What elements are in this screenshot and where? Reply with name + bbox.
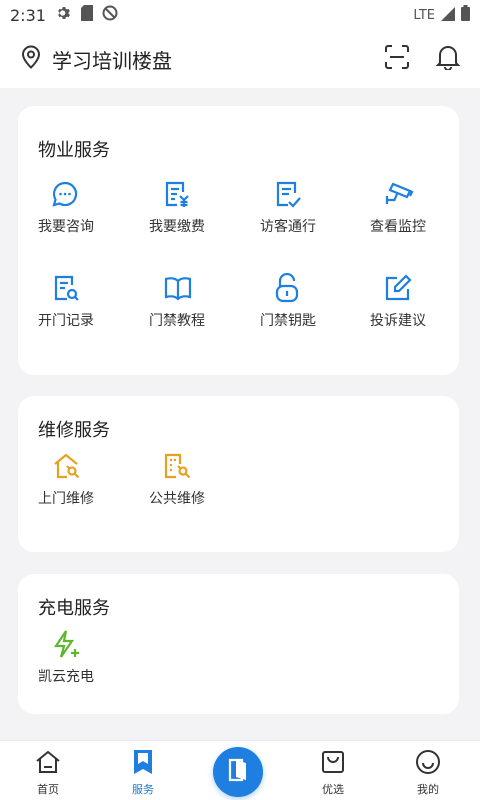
consult-button[interactable]: 我要咨询 bbox=[38, 178, 128, 236]
item-label: 我要缴费 bbox=[149, 219, 205, 235]
item-label: 凯云充电 bbox=[38, 669, 94, 685]
section-title: 物业服务 bbox=[38, 140, 110, 161]
repair-services-card: 维修服务 上门维修 公共维修 bbox=[18, 396, 459, 552]
door-record-button[interactable]: 开门记录 bbox=[38, 272, 128, 330]
tab-label: 我的 bbox=[417, 783, 439, 796]
item-label: 开门记录 bbox=[38, 313, 94, 329]
chat-bubble-icon bbox=[38, 178, 128, 210]
network-type: LTE bbox=[413, 7, 435, 23]
view-cctv-button[interactable]: 查看监控 bbox=[370, 178, 460, 236]
lightning-charge-icon bbox=[38, 628, 128, 660]
item-label: 我要咨询 bbox=[38, 219, 94, 235]
home-repair-button[interactable]: 上门维修 bbox=[38, 450, 128, 508]
shopping-bag-icon bbox=[321, 751, 345, 779]
section-title: 维修服务 bbox=[38, 420, 110, 441]
access-key-button[interactable]: 门禁钥匙 bbox=[260, 272, 350, 330]
status-time: 2:31 bbox=[10, 5, 46, 25]
tab-home[interactable]: 首页 bbox=[8, 749, 88, 797]
door-record-icon bbox=[38, 272, 128, 304]
tab-mine[interactable]: 我的 bbox=[388, 749, 468, 797]
status-bar: 2:31 LTE bbox=[0, 0, 480, 30]
bookmark-icon bbox=[131, 750, 155, 779]
door-icon bbox=[226, 757, 250, 787]
public-repair-button[interactable]: 公共维修 bbox=[149, 450, 239, 508]
tab-label: 优选 bbox=[322, 783, 344, 796]
scan-icon[interactable] bbox=[384, 44, 410, 74]
complaint-button[interactable]: 投诉建议 bbox=[370, 272, 460, 330]
bill-payment-icon bbox=[149, 178, 239, 210]
visitor-pass-button[interactable]: 访客通行 bbox=[260, 178, 350, 236]
charging-services-card: 充电服务 凯云充电 bbox=[18, 574, 459, 714]
unlock-padlock-icon bbox=[260, 272, 350, 304]
item-label: 门禁教程 bbox=[149, 313, 205, 329]
community-name[interactable]: 学习培训楼盘 bbox=[52, 45, 172, 74]
property-services-card: 物业服务 我要咨询 我要缴费 访客通行 查看监控 开门记录 门禁教程 门禁钥匙 … bbox=[18, 106, 459, 375]
access-tutorial-button[interactable]: 门禁教程 bbox=[149, 272, 239, 330]
building-repair-icon bbox=[149, 450, 239, 482]
section-title: 充电服务 bbox=[38, 598, 110, 619]
signal-icon bbox=[441, 6, 455, 25]
item-label: 门禁钥匙 bbox=[260, 313, 316, 329]
settings-gear-icon bbox=[56, 5, 72, 25]
location-pin-icon[interactable] bbox=[20, 45, 42, 73]
item-label: 上门维修 bbox=[38, 491, 94, 507]
blocked-icon bbox=[102, 5, 118, 25]
charging-button[interactable]: 凯云充电 bbox=[38, 628, 128, 686]
item-label: 查看监控 bbox=[370, 219, 426, 235]
sd-card-icon bbox=[80, 5, 93, 25]
item-label: 公共维修 bbox=[149, 491, 205, 507]
header: 学习培训楼盘 bbox=[0, 30, 480, 88]
pay-fee-button[interactable]: 我要缴费 bbox=[149, 178, 239, 236]
home-icon bbox=[35, 750, 61, 779]
tab-services[interactable]: 服务 bbox=[103, 749, 183, 797]
bell-icon[interactable] bbox=[435, 44, 461, 74]
item-label: 访客通行 bbox=[260, 219, 316, 235]
tab-label: 首页 bbox=[37, 783, 59, 796]
tab-selection[interactable]: 优选 bbox=[293, 749, 373, 797]
edit-note-icon bbox=[370, 272, 460, 304]
visitor-pass-icon bbox=[260, 178, 350, 210]
cctv-camera-icon bbox=[370, 178, 460, 210]
item-label: 投诉建议 bbox=[370, 313, 426, 329]
smile-face-icon bbox=[415, 750, 441, 779]
battery-icon bbox=[461, 5, 470, 25]
home-repair-icon bbox=[38, 450, 128, 482]
door-open-button[interactable] bbox=[213, 747, 263, 797]
open-book-icon bbox=[149, 272, 239, 304]
tab-label: 服务 bbox=[132, 783, 154, 796]
